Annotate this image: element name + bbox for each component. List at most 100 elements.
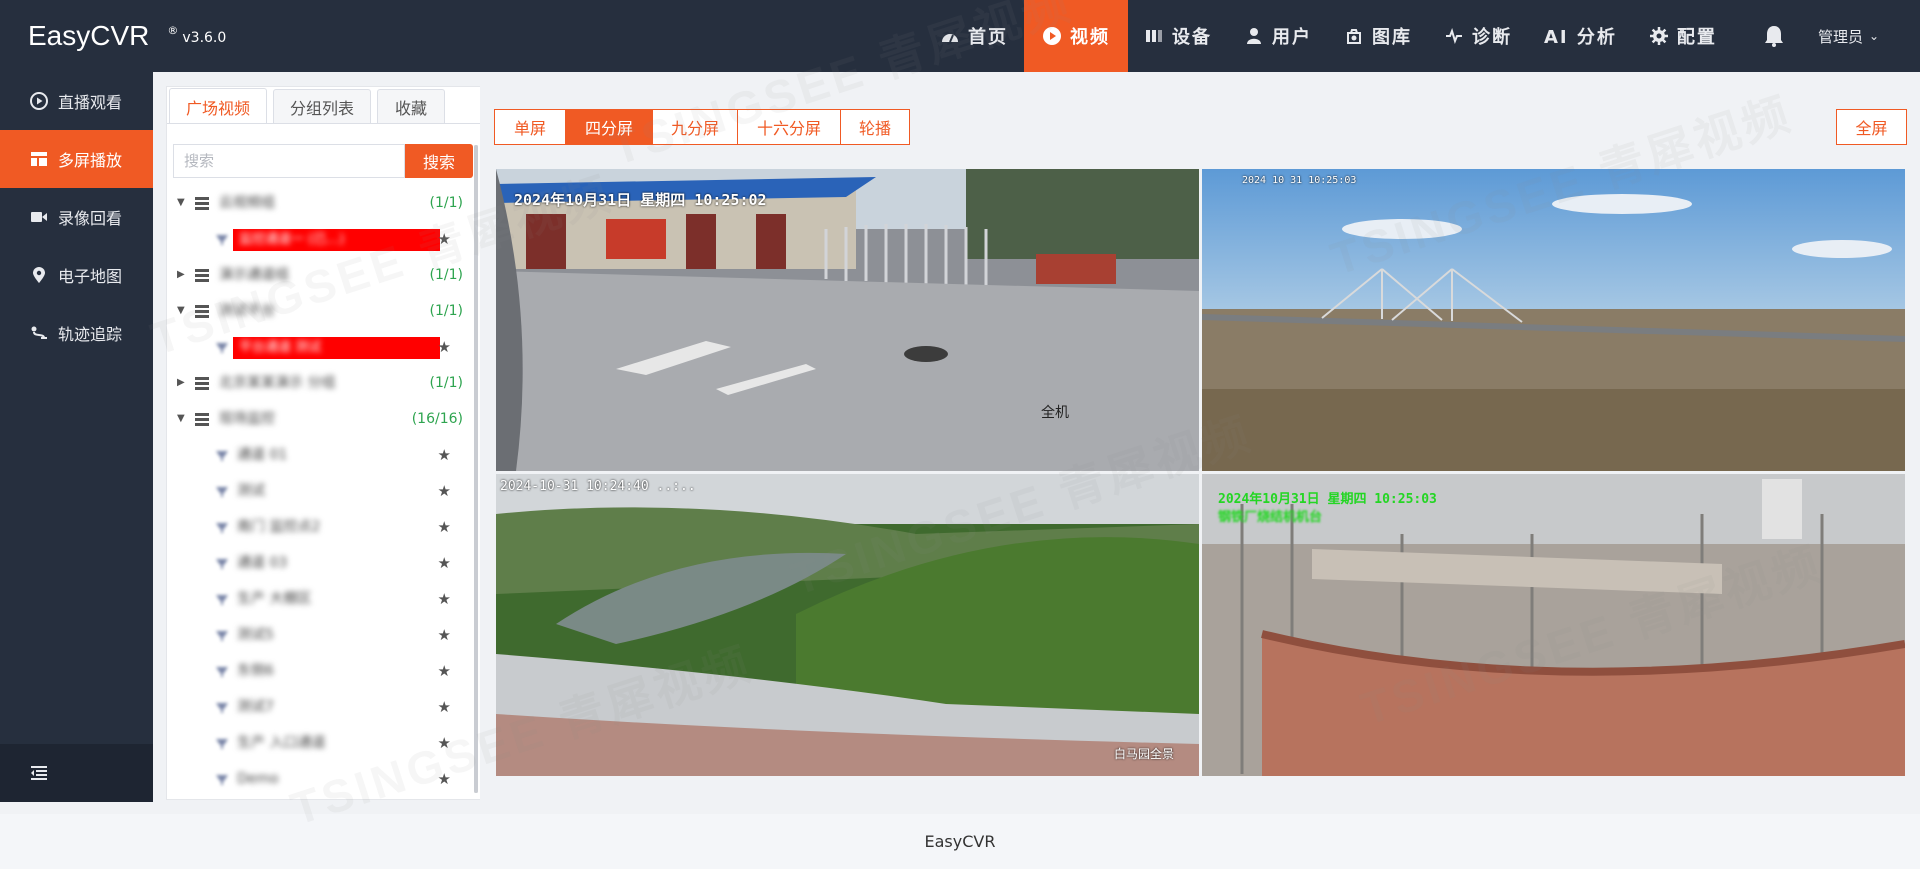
tree-group-row[interactable]: ▼ 云视频组 (1/1) xyxy=(167,185,467,221)
star-icon[interactable]: ★ xyxy=(438,725,451,761)
video-tile-4[interactable]: 2024年10月31日 星期四 10:25:03 钢铁厂烧结机机台 xyxy=(1202,474,1905,776)
star-icon[interactable]: ★ xyxy=(438,689,451,725)
layout-carousel-button[interactable]: 轮播 xyxy=(840,109,910,145)
layout-quad-button[interactable]: 四分屏 xyxy=(565,109,653,145)
tab-group-list[interactable]: 分组列表 xyxy=(273,89,371,123)
video-tile-3[interactable]: 2024-10-31 10:24:40 ..:.. 白马园全景 xyxy=(496,474,1199,776)
tree-channel-row[interactable]: 平台通道 测试 ★ xyxy=(167,329,467,365)
layout-sixteen-button[interactable]: 十六分屏 xyxy=(737,109,841,145)
video-tile-2[interactable]: 2024 10 31 10:25:03 xyxy=(1202,169,1905,471)
video-osd-timestamp: 2024年10月31日 星期四 10:25:03 xyxy=(1218,492,1437,507)
caret-down-icon[interactable]: ▼ xyxy=(177,197,185,208)
track-icon xyxy=(30,324,48,342)
tree-channel-row[interactable]: Demo ★ xyxy=(167,761,467,797)
nav-ai-analysis[interactable]: AI 分析 xyxy=(1528,0,1633,72)
panel-tabs: 广场视频 分组列表 收藏 xyxy=(167,87,481,124)
tab-square-video[interactable]: 广场视频 xyxy=(169,88,267,124)
tree-group-count: (1/1) xyxy=(429,303,463,319)
caret-down-icon[interactable]: ▼ xyxy=(177,305,185,316)
star-icon[interactable]: ★ xyxy=(438,581,451,617)
tree-channel-row[interactable]: 监控通道一 (已…) ★ xyxy=(167,221,467,257)
star-icon[interactable]: ★ xyxy=(438,329,451,365)
layout-nine-button[interactable]: 九分屏 xyxy=(652,109,738,145)
tree-group-row[interactable]: ▶ 演示通道组 (1/1) xyxy=(167,257,467,293)
star-icon[interactable]: ★ xyxy=(438,653,451,689)
sidebar-item-label: 电子地图 xyxy=(58,267,123,286)
tree-group-row[interactable]: ▼ 测试平台 (1/1) xyxy=(167,293,467,329)
nav-user[interactable]: 用户 xyxy=(1228,0,1328,72)
sidebar-item-track[interactable]: 轨迹追踪 xyxy=(0,304,153,362)
tree-group-row[interactable]: ▼ 现场监控 (16/16) xyxy=(167,401,467,437)
top-navbar: EasyCVR ® v3.6.0 首页 视频 设备 用户 图库 诊断 AI 分析… xyxy=(0,0,1920,72)
tree-channel-row[interactable]: 生产 入口通道 ★ xyxy=(167,725,467,761)
search-button[interactable]: 搜索 xyxy=(405,144,473,178)
brand-logo[interactable]: EasyCVR ® v3.6.0 xyxy=(28,18,226,54)
nav-config[interactable]: 配置 xyxy=(1633,0,1733,72)
tree-channel-row[interactable]: 东侧6 ★ xyxy=(167,653,467,689)
nav-video[interactable]: 视频 xyxy=(1024,0,1128,72)
tree-group-row[interactable]: ▶ 北京某某演示 分组 (1/1) xyxy=(167,365,467,401)
nav-diagnose[interactable]: 诊断 xyxy=(1428,0,1528,72)
tree-channel-label: 通道 03 xyxy=(237,555,288,571)
star-icon[interactable]: ★ xyxy=(438,473,451,509)
nav-diagnose-label: 诊断 xyxy=(1472,27,1512,48)
camera-icon xyxy=(215,700,229,714)
sidebar: 直播观看 多屏播放 录像回看 电子地图 轨迹追踪 xyxy=(0,72,153,802)
nav-device-label: 设备 xyxy=(1172,27,1212,48)
sidebar-item-live[interactable]: 直播观看 xyxy=(0,72,153,130)
tree-channel-row[interactable]: 南门 监控点2 ★ xyxy=(167,509,467,545)
list-icon xyxy=(195,376,209,390)
nav-gallery[interactable]: 图库 xyxy=(1328,0,1428,72)
tree-group-count: (1/1) xyxy=(429,375,463,391)
tree-group-count: (1/1) xyxy=(429,195,463,211)
sidebar-item-multiscreen[interactable]: 多屏播放 xyxy=(0,130,153,188)
bell-icon[interactable] xyxy=(1762,24,1786,48)
tree-channel-row[interactable]: 测试7 ★ xyxy=(167,689,467,725)
tree-group-count: (1/1) xyxy=(429,267,463,283)
camera-icon xyxy=(215,484,229,498)
tab-favorites[interactable]: 收藏 xyxy=(377,89,445,123)
tree-channel-row[interactable]: 通道 01 ★ xyxy=(167,437,467,473)
video-camera-icon xyxy=(30,208,48,226)
caret-right-icon[interactable]: ▶ xyxy=(177,269,185,280)
main-nav: 首页 视频 设备 用户 图库 诊断 AI 分析 配置 xyxy=(924,0,1733,72)
caret-right-icon[interactable]: ▶ xyxy=(177,377,185,388)
star-icon[interactable]: ★ xyxy=(438,545,451,581)
tree-group-label: 现场监控 xyxy=(219,411,275,427)
tree-group-label: 测试平台 xyxy=(219,303,275,319)
star-icon[interactable]: ★ xyxy=(438,761,451,797)
grid-icon xyxy=(30,150,48,168)
star-icon[interactable]: ★ xyxy=(438,437,451,473)
fullscreen-button[interactable]: 全屏 xyxy=(1836,109,1907,145)
video-tile-1[interactable]: 2024年10月31日 星期四 10:25:02 全机 xyxy=(496,169,1199,471)
tree-channel-row[interactable]: 生产 大棚区 ★ xyxy=(167,581,467,617)
star-icon[interactable]: ★ xyxy=(438,509,451,545)
nav-home[interactable]: 首页 xyxy=(924,0,1024,72)
map-pin-icon xyxy=(30,266,48,284)
video-osd-location: 钢铁厂烧结机机台 xyxy=(1218,510,1323,525)
gallery-icon xyxy=(1344,26,1364,46)
tree-group-count: (16/16) xyxy=(411,411,463,427)
collapse-menu-icon xyxy=(30,764,48,782)
star-icon[interactable]: ★ xyxy=(438,221,451,257)
tabs-divider xyxy=(167,123,481,124)
star-icon[interactable]: ★ xyxy=(438,617,451,653)
sidebar-item-playback[interactable]: 录像回看 xyxy=(0,188,153,246)
device-icon xyxy=(1144,26,1164,46)
sidebar-collapse-button[interactable] xyxy=(0,744,153,802)
tree-channel-row[interactable]: 测试5 ★ xyxy=(167,617,467,653)
layout-single-button[interactable]: 单屏 xyxy=(494,109,566,145)
tree-channel-row[interactable]: 测试 ★ xyxy=(167,473,467,509)
nav-device[interactable]: 设备 xyxy=(1128,0,1228,72)
camera-icon xyxy=(215,772,229,786)
camera-icon xyxy=(215,232,229,246)
caret-down-icon[interactable]: ▼ xyxy=(177,413,185,424)
user-menu[interactable]: 管理员 ⌄ xyxy=(1818,0,1879,72)
nav-video-label: 视频 xyxy=(1070,27,1110,48)
scrollbar-thumb[interactable] xyxy=(474,145,478,793)
list-icon xyxy=(195,268,209,282)
user-icon xyxy=(1244,26,1264,46)
tree-channel-row[interactable]: 通道 03 ★ xyxy=(167,545,467,581)
sidebar-item-map[interactable]: 电子地图 xyxy=(0,246,153,304)
search-input[interactable] xyxy=(173,144,405,178)
